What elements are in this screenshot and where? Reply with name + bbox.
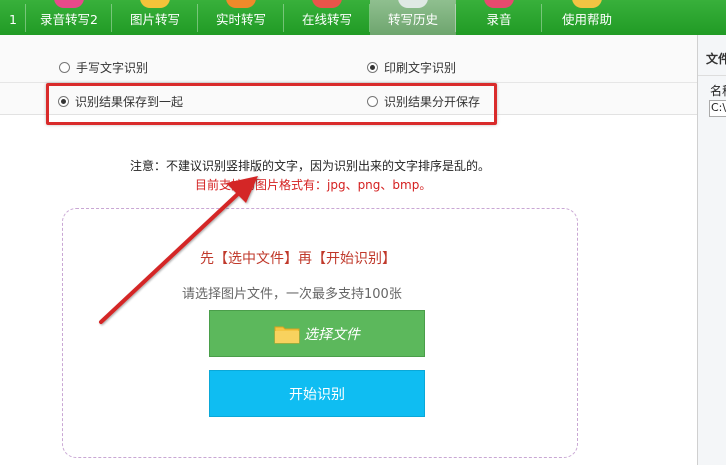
file-side-panel: 文件 名称 C:\ bbox=[697, 35, 726, 465]
tab-label: 在线转写 bbox=[301, 12, 352, 27]
start-recognition-label: 开始识别 bbox=[289, 386, 345, 403]
highlight-box bbox=[46, 83, 497, 125]
radio-handwriting[interactable]: 手写文字识别 bbox=[59, 59, 148, 76]
image-icon bbox=[140, 0, 170, 8]
radio-label: 手写文字识别 bbox=[76, 61, 149, 75]
tab-recording-transcribe-2[interactable]: 录音转写2 bbox=[26, 0, 112, 35]
tab-online-transcribe[interactable]: 在线转写 bbox=[284, 0, 370, 35]
select-file-button[interactable]: 选择文件 bbox=[209, 310, 425, 357]
select-file-label: 选择文件 bbox=[304, 326, 360, 343]
tab-label: 实时转写 bbox=[215, 12, 266, 27]
app-window: 1 录音转写2 图片转写 实时转写 在线转写 转写历史 录音 使用帮助 手写文字… bbox=[0, 0, 726, 465]
tab-label: 录音 bbox=[486, 12, 512, 27]
microphone-icon bbox=[226, 0, 256, 8]
tab-label: 转写历史 bbox=[387, 12, 438, 27]
upload-heading: 先【选中文件】再【开始识别】 bbox=[200, 251, 396, 267]
tab-recording-1[interactable]: 1 bbox=[0, 0, 26, 35]
tab-label: 1 bbox=[9, 12, 17, 27]
tab-realtime-transcribe[interactable]: 实时转写 bbox=[198, 0, 284, 35]
radio-print[interactable]: 印刷文字识别 bbox=[367, 59, 456, 76]
radio-dot-selected bbox=[367, 62, 378, 73]
note-formats: 目前支持的图片格式有：jpg、png、bmp。 bbox=[195, 178, 432, 192]
side-panel-divider bbox=[698, 75, 726, 76]
radio-label: 印刷文字识别 bbox=[384, 61, 457, 75]
top-toolbar: 1 录音转写2 图片转写 实时转写 在线转写 转写历史 录音 使用帮助 bbox=[0, 0, 726, 35]
tab-record[interactable]: 录音 bbox=[456, 0, 542, 35]
recording-icon bbox=[54, 0, 84, 8]
folder-icon bbox=[274, 326, 300, 343]
record-icon bbox=[484, 0, 514, 8]
help-icon bbox=[572, 0, 602, 8]
tab-label: 图片转写 bbox=[129, 12, 180, 27]
file-path-row[interactable]: C:\ bbox=[709, 100, 726, 117]
radio-dot bbox=[59, 62, 70, 73]
tab-transcribe-history[interactable]: 转写历史 bbox=[370, 0, 456, 35]
note-warning: 注意：不建议识别竖排版的文字，因为识别出来的文字排序是乱的。 bbox=[130, 159, 491, 173]
history-icon bbox=[398, 0, 428, 8]
cloud-icon bbox=[312, 0, 342, 8]
tab-image-transcribe[interactable]: 图片转写 bbox=[112, 0, 198, 35]
tab-help[interactable]: 使用帮助 bbox=[542, 0, 632, 35]
upload-subheading: 请选择图片文件，一次最多支持100张 bbox=[182, 287, 402, 302]
column-header-name[interactable]: 名称 bbox=[710, 82, 726, 99]
tab-label: 录音转写2 bbox=[40, 12, 98, 27]
start-recognition-button[interactable]: 开始识别 bbox=[209, 370, 425, 417]
tab-label: 使用帮助 bbox=[561, 12, 612, 27]
side-panel-title: 文件 bbox=[706, 52, 726, 66]
